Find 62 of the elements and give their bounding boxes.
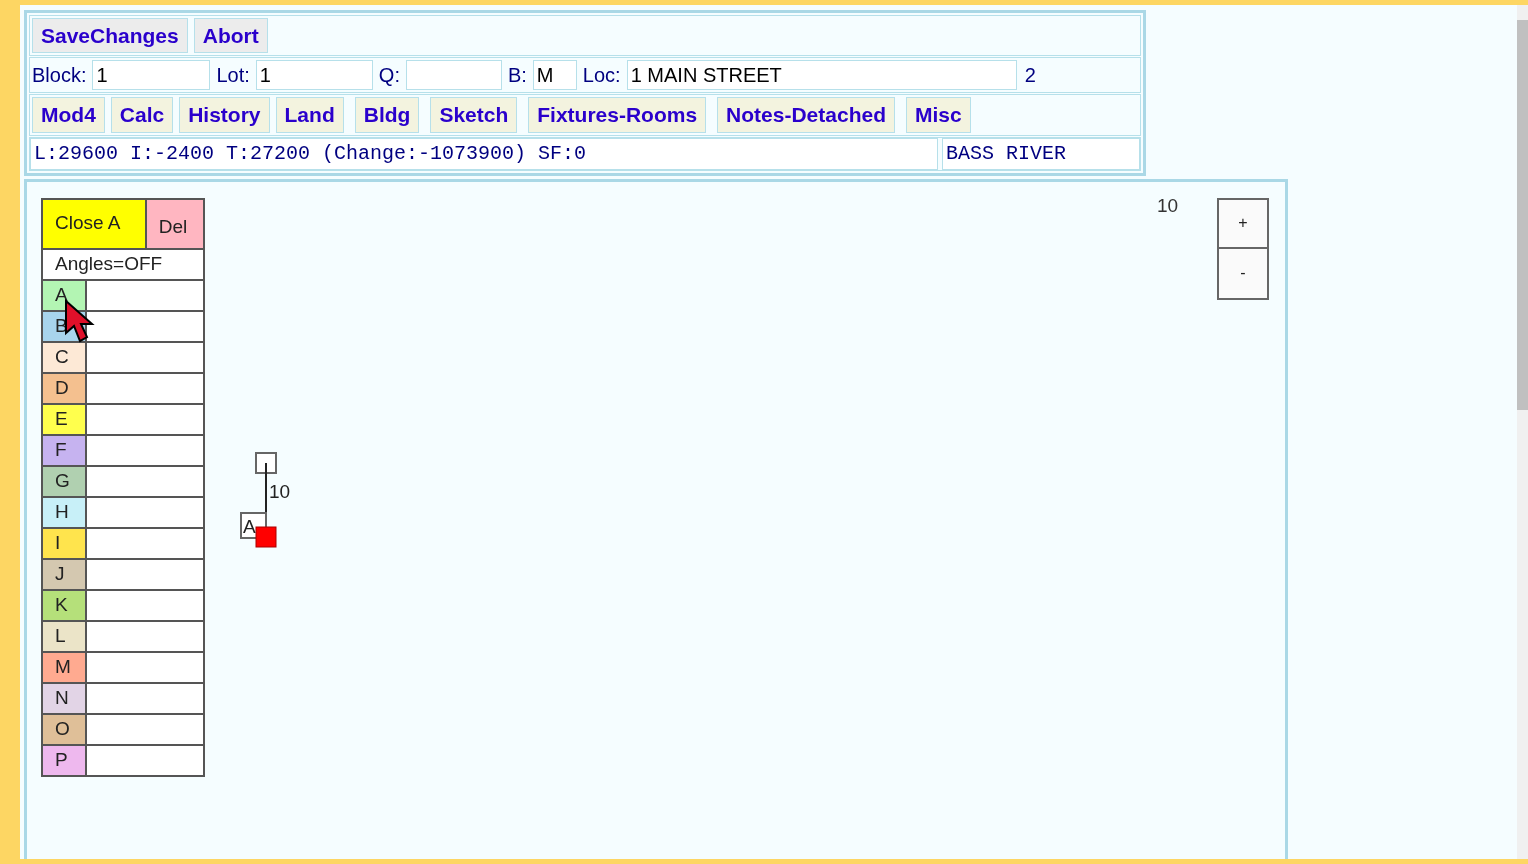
- input-field[interactable]: [405, 60, 502, 91]
- scrollbar[interactable]: [1517, 5, 1528, 859]
- field-label: B:: [507, 63, 527, 89]
- section-letter[interactable]: M: [42, 651, 86, 683]
- section-letter[interactable]: E: [42, 403, 86, 435]
- input-field[interactable]: 1: [255, 60, 373, 91]
- nav-button[interactable]: History: [179, 97, 270, 133]
- nav-button[interactable]: Sketch: [430, 97, 518, 133]
- field-label: Loc:: [582, 63, 621, 89]
- field-label: Q:: [378, 63, 400, 89]
- close-section-button[interactable]: Close A: [42, 198, 146, 249]
- nav-button[interactable]: Mod4: [32, 97, 105, 133]
- section-value[interactable]: [86, 496, 204, 528]
- section-value[interactable]: [86, 558, 204, 590]
- town-name: BASS RIVER: [942, 137, 1140, 170]
- nav-button[interactable]: Calc: [110, 97, 174, 133]
- section-letter[interactable]: O: [42, 713, 86, 745]
- section-value[interactable]: [86, 589, 204, 621]
- nav-button[interactable]: Notes-Detached: [717, 97, 895, 133]
- section-value[interactable]: [86, 651, 204, 683]
- zoom-in-button[interactable]: +: [1217, 197, 1269, 249]
- summary-text: L:29600 I:-2400 T:27200 (Change:-1073900) SF:0: [30, 137, 938, 170]
- section-value[interactable]: [86, 341, 204, 373]
- section-value[interactable]: [86, 279, 204, 311]
- section-value[interactable]: [86, 403, 204, 435]
- section-letter[interactable]: N: [42, 682, 86, 714]
- field-label: Lot:: [216, 63, 250, 89]
- section-value[interactable]: [86, 744, 204, 776]
- section-value[interactable]: [86, 465, 204, 497]
- input-field[interactable]: 1 MAIN STREET: [626, 60, 1017, 91]
- section-letter[interactable]: K: [42, 589, 86, 621]
- section-letter[interactable]: H: [42, 496, 86, 528]
- nav-button[interactable]: Fixtures-Rooms: [528, 97, 707, 133]
- nav-button[interactable]: Land: [275, 97, 344, 133]
- section-letter[interactable]: F: [42, 434, 86, 466]
- section-letter[interactable]: L: [42, 620, 86, 652]
- nav-button[interactable]: Bldg: [354, 97, 420, 133]
- zoom-out-button[interactable]: -: [1217, 248, 1269, 300]
- field-note: 2: [1024, 63, 1036, 89]
- section-value[interactable]: [86, 713, 204, 745]
- nav-button[interactable]: Misc: [906, 97, 971, 133]
- section-value[interactable]: [86, 682, 204, 714]
- toolbar-button[interactable]: SaveChanges: [32, 18, 188, 54]
- angles-toggle[interactable]: Angles=OFF: [42, 248, 204, 280]
- section-letter[interactable]: G: [42, 465, 86, 497]
- input-field[interactable]: M: [532, 60, 577, 91]
- section-value[interactable]: [86, 310, 204, 342]
- section-value[interactable]: [86, 434, 204, 466]
- section-letter[interactable]: P: [42, 744, 86, 776]
- input-field[interactable]: 1: [92, 60, 211, 91]
- scale-label: 10: [1157, 193, 1179, 218]
- section-value[interactable]: [86, 527, 204, 559]
- delete-button[interactable]: Del: [145, 198, 204, 249]
- section-letter[interactable]: J: [42, 558, 86, 590]
- field-label: Block:: [32, 63, 87, 89]
- section-letter[interactable]: C: [42, 341, 86, 373]
- section-letter[interactable]: D: [42, 372, 86, 404]
- section-value[interactable]: [86, 620, 204, 652]
- section-letter[interactable]: I: [42, 527, 86, 559]
- section-value[interactable]: [86, 372, 204, 404]
- sketch-shape-drawing: A 10: [240, 451, 310, 552]
- toolbar-button[interactable]: Abort: [193, 18, 268, 54]
